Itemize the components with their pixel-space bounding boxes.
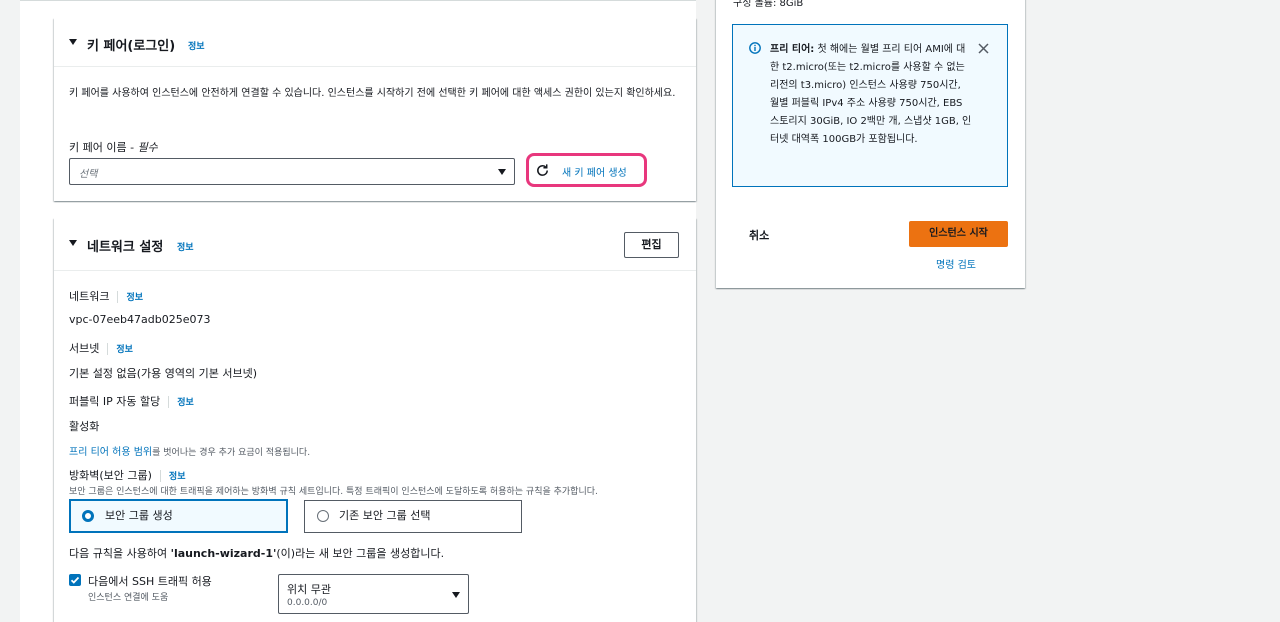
- close-icon[interactable]: [978, 43, 989, 54]
- free-tier-alert-body: 첫 해에는 월별 프리 티어 AMI에 대한 t2.micro(또는 t2.mi…: [770, 44, 972, 145]
- label-divider: [159, 470, 161, 482]
- ssh-sub-label: 인스턴스 연결에 도움: [88, 593, 169, 603]
- caret-down-icon: [69, 39, 77, 45]
- radio-create-label: 보안 그룹 생성: [105, 509, 173, 522]
- firewall-info[interactable]: 정보: [169, 472, 186, 482]
- cancel-button[interactable]: 취소: [749, 227, 769, 243]
- summary-top-text: 구성 볼륨: 8GiB: [733, 0, 804, 9]
- keypair-info-link[interactable]: 정보: [188, 39, 205, 52]
- ssh-source-sub: 0.0.0.0/0: [287, 598, 328, 608]
- keypair-select[interactable]: 선택: [69, 158, 515, 185]
- checkmark-icon: [70, 576, 80, 584]
- keypair-title: 키 페어(로그인): [87, 39, 176, 54]
- network-label: 네트워크: [69, 290, 110, 303]
- free-tier-note-text: 를 벗어나는 경우 추가 요금이 적용됩니다.: [152, 448, 311, 458]
- review-commands-link[interactable]: 명령 검토: [936, 256, 976, 271]
- subnet-field-label: 서브넷 정보: [69, 340, 133, 356]
- radio-create-security-group[interactable]: 보안 그룹 생성: [69, 499, 288, 533]
- ssh-label: 다음에서 SSH 트래픽 허용: [88, 575, 212, 588]
- free-tier-link[interactable]: 프리 티어 허용 범위: [69, 447, 152, 458]
- firewall-description: 보안 그룹은 인스턴스에 대한 트래픽을 제어하는 방화벽 규칙 세트입니다. …: [69, 487, 598, 497]
- keypair-field-label-text: 키 페어 이름 -: [69, 141, 138, 154]
- firewall-label: 방화벽(보안 그룹): [69, 469, 152, 482]
- public-ip-field-label: 퍼블릭 IP 자동 할당 정보: [69, 393, 194, 409]
- create-keypair-button[interactable]: 새 키 페어 생성: [526, 153, 647, 187]
- launch-instance-button[interactable]: 인스턴스 시작: [909, 221, 1008, 247]
- caret-down-icon: [69, 240, 77, 246]
- subnet-value: 기본 설정 없음(가용 영역의 기본 서브넷): [69, 367, 257, 380]
- rule-sentence-post: (이)라는 새 보안 그룹을 생성합니다.: [276, 547, 445, 560]
- ssh-source-value: 위치 무관: [287, 583, 331, 596]
- network-title: 네트워크 설정: [87, 240, 164, 255]
- keypair-description: 키 페어를 사용하여 인스턴스에 안전하게 연결할 수 있습니다. 인스턴스를 …: [69, 88, 676, 99]
- keypair-field-label: 키 페어 이름 - 필수: [69, 139, 158, 155]
- ssh-source-select[interactable]: 위치 무관 0.0.0.0/0: [278, 574, 469, 614]
- keypair-select-placeholder: 선택: [79, 169, 98, 180]
- public-ip-label: 퍼블릭 IP 자동 할당: [69, 395, 161, 408]
- free-tier-alert-bold: 프리 티어:: [770, 44, 815, 55]
- network-field-label: 네트워크 정보: [69, 288, 143, 304]
- label-divider: [117, 291, 119, 303]
- keypair-field-required: 필수: [137, 141, 158, 154]
- network-collapse-toggle[interactable]: [69, 240, 77, 246]
- radio-selected-icon: [82, 510, 94, 522]
- subnet-label: 서브넷: [69, 342, 100, 355]
- ssh-checkbox[interactable]: [69, 574, 81, 586]
- free-tier-alert: 프리 티어: 첫 해에는 월별 프리 티어 AMI에 대한 t2.micro(또…: [732, 24, 1008, 187]
- main-column-top-rule: [20, 0, 696, 1]
- network-info-link[interactable]: 정보: [177, 240, 194, 253]
- refresh-icon: [537, 164, 548, 176]
- free-tier-alert-text: 프리 티어: 첫 해에는 월별 프리 티어 AMI에 대한 t2.micro(또…: [770, 41, 972, 149]
- actions-panel: 취소 인스턴스 시작 명령 검토: [716, 204, 1025, 288]
- network-edit-button[interactable]: 편집: [624, 232, 679, 258]
- keypair-collapse-toggle[interactable]: [69, 39, 77, 45]
- radio-unselected-icon: [317, 510, 329, 522]
- keypair-header-divider: [54, 66, 696, 67]
- rule-sentence-pre: 다음 규칙을 사용하여: [69, 547, 171, 560]
- caret-down-icon: [498, 169, 506, 175]
- free-tier-note: 프리 티어 허용 범위를 벗어나는 경우 추가 요금이 적용됩니다.: [69, 443, 310, 458]
- create-keypair-label: 새 키 페어 생성: [562, 168, 627, 179]
- network-info[interactable]: 정보: [126, 293, 143, 303]
- label-divider: [168, 396, 170, 408]
- network-panel: 네트워크 설정 정보 편집 네트워크 정보 vpc-07eeb47adb025e0…: [54, 218, 696, 622]
- info-circle-icon: [749, 42, 761, 54]
- network-value: vpc-07eeb47adb025e073: [69, 313, 211, 326]
- summary-panel: 구성 볼륨: 8GiB 프리 티어: 첫 해에는 월별 프리 티어 AMI에 대…: [716, 0, 1025, 204]
- rule-sentence-name: 'launch-wizard-1': [170, 547, 277, 560]
- firewall-field-label: 방화벽(보안 그룹) 정보: [69, 467, 185, 483]
- radio-existing-security-group[interactable]: 기존 보안 그룹 선택: [304, 500, 522, 533]
- network-header-divider: [54, 270, 696, 271]
- label-divider: [107, 343, 109, 355]
- public-ip-info[interactable]: 정보: [177, 398, 194, 408]
- public-ip-value: 활성화: [69, 420, 100, 433]
- subnet-info[interactable]: 정보: [116, 345, 133, 355]
- caret-down-icon: [452, 592, 460, 598]
- radio-existing-label: 기존 보안 그룹 선택: [339, 509, 431, 522]
- keypair-panel: 키 페어(로그인) 정보 키 페어를 사용하여 인스턴스에 안전하게 연결할 수…: [54, 18, 696, 201]
- rule-sentence: 다음 규칙을 사용하여 'launch-wizard-1'(이)라는 새 보안 …: [69, 545, 444, 561]
